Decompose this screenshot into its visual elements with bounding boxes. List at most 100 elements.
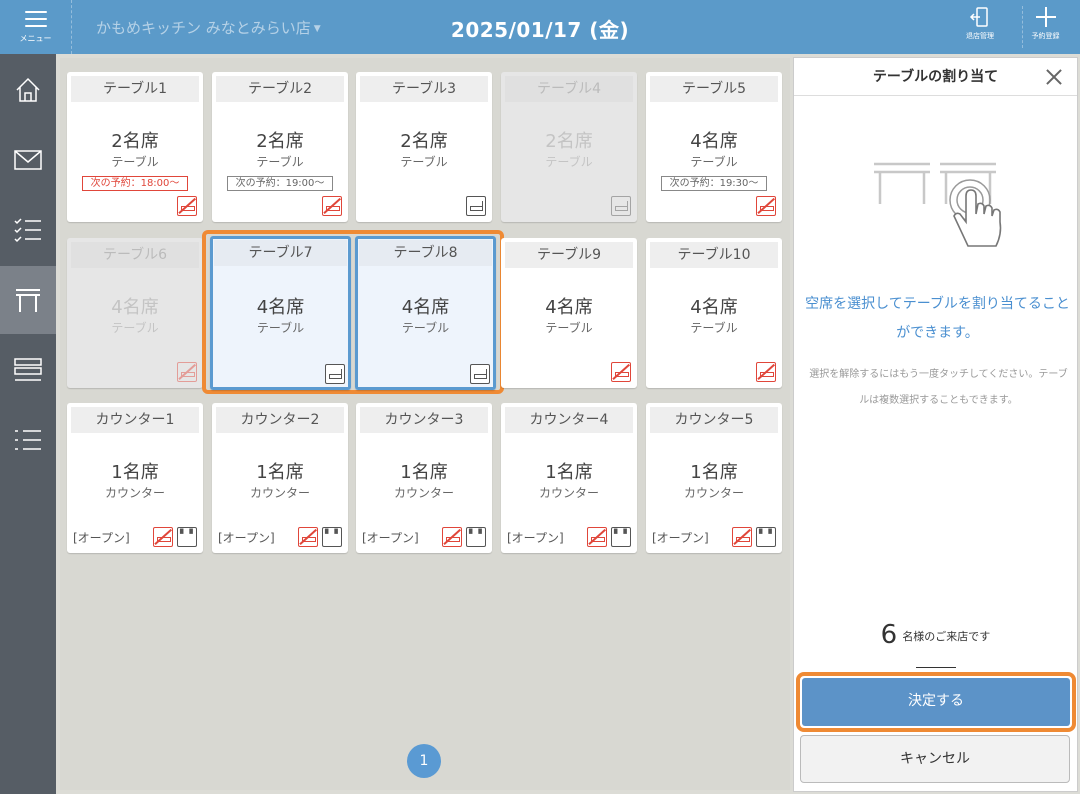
- page-indicator[interactable]: 1: [407, 744, 441, 778]
- table-title: カウンター2: [216, 407, 344, 433]
- table-title: テーブル3: [360, 76, 488, 102]
- counter-card-2[interactable]: カウンター2 1名席 カウンター [オープン]: [212, 403, 348, 553]
- sidebar-item-checklist[interactable]: [0, 196, 56, 264]
- no-smoking-icon: [177, 362, 197, 382]
- footprints-icon: [756, 527, 776, 547]
- table-seats: 4名席: [690, 131, 738, 152]
- add-reservation-label: 予約登録: [1031, 32, 1060, 40]
- plus-icon: [1035, 7, 1056, 27]
- add-reservation-button[interactable]: 予約登録: [1022, 6, 1068, 48]
- table-seats: 1名席: [256, 462, 304, 483]
- no-smoking-icon: [756, 196, 776, 216]
- table-type: カウンター: [104, 486, 165, 500]
- panel-title: テーブルの割り当て: [872, 69, 999, 85]
- table-type: テーブル: [690, 321, 738, 335]
- checklist-icon: [14, 218, 41, 243]
- table-type: テーブル: [256, 321, 305, 335]
- table-type: カウンター: [683, 486, 744, 500]
- confirm-button[interactable]: 決定する: [796, 672, 1076, 732]
- table-title: カウンター1: [71, 407, 199, 433]
- counter-card-4[interactable]: カウンター4 1名席 カウンター [オープン]: [501, 403, 637, 553]
- guest-count-display: 6 名様のご来店です: [794, 620, 1077, 650]
- list-icon: [15, 430, 41, 450]
- table-grid: テーブル1 2名席 テーブル 次の予約：18:00～ テーブル2 2名席 テーブ…: [60, 58, 790, 790]
- table-card-1[interactable]: テーブル1 2名席 テーブル 次の予約：18:00～: [67, 72, 203, 222]
- stack-icon: [14, 358, 42, 381]
- sidebar-item-messages[interactable]: [0, 126, 56, 194]
- current-date: 2025/01/17 (金): [450, 18, 630, 42]
- table-card-9[interactable]: テーブル9 4名席 テーブル: [501, 238, 637, 388]
- assignment-hint: 選択を解除するにはもう一度タッチしてください。テーブルは複数選択することもできま…: [809, 369, 1068, 406]
- table-card-6: テーブル6 4名席 テーブル: [67, 238, 203, 388]
- no-smoking-icon: [322, 196, 342, 216]
- table-card-10[interactable]: テーブル10 4名席 テーブル: [646, 238, 782, 388]
- table-title: テーブル1: [71, 76, 199, 102]
- table-type: テーブル: [400, 155, 448, 169]
- no-smoking-icon: [177, 196, 197, 216]
- table-card-7[interactable]: テーブル7 4名席 テーブル: [210, 236, 351, 390]
- next-reservation-badge: 次の予約：19:00～: [227, 176, 333, 191]
- open-status: [オープン]: [362, 531, 419, 545]
- table-type: テーブル: [256, 155, 304, 169]
- confirm-button-label: 決定する: [802, 678, 1070, 726]
- table-card-8[interactable]: テーブル8 4名席 テーブル: [355, 236, 496, 390]
- counter-card-5[interactable]: カウンター5 1名席 カウンター [オープン]: [646, 403, 782, 553]
- app-header: メニュー かもめキッチン みなとみらい店 ▼ 2025/01/17 (金) 退店管…: [0, 0, 1080, 54]
- table-title: テーブル9: [505, 242, 633, 268]
- table-type: カウンター: [538, 486, 599, 500]
- footprints-icon: [466, 527, 486, 547]
- table-icon: [16, 289, 40, 312]
- next-reservation-badge: 次の予約：18:00～: [82, 176, 188, 191]
- smoking-icon: [466, 196, 486, 216]
- table-type: テーブル: [545, 321, 593, 335]
- table-seats: 1名席: [545, 462, 593, 483]
- table-seats: 4名席: [401, 297, 450, 318]
- table-card-4: テーブル4 2名席 テーブル: [501, 72, 637, 222]
- open-status: [オープン]: [652, 531, 709, 545]
- table-type: カウンター: [393, 486, 454, 500]
- envelope-icon: [14, 150, 42, 170]
- table-title: カウンター5: [650, 407, 778, 433]
- smoking-icon: [325, 364, 345, 384]
- table-title: テーブル7: [214, 240, 347, 266]
- sidebar-item-tables[interactable]: [0, 266, 56, 334]
- table-assignment-panel: テーブルの割り当て 空席を選択してテーブルを割り当てることができます。 選択を解…: [793, 57, 1078, 792]
- tap-table-illustration-icon: [874, 162, 1002, 247]
- table-seats: 1名席: [690, 462, 738, 483]
- next-reservation-badge: 次の予約：19:30～: [661, 176, 767, 191]
- no-smoking-icon: [587, 527, 607, 547]
- sidebar: [0, 54, 56, 794]
- no-smoking-icon: [732, 527, 752, 547]
- table-seats: 1名席: [400, 462, 448, 483]
- table-card-3[interactable]: テーブル3 2名席 テーブル: [356, 72, 492, 222]
- table-title: テーブル8: [359, 240, 492, 266]
- no-smoking-icon: [442, 527, 462, 547]
- counter-card-3[interactable]: カウンター3 1名席 カウンター [オープン]: [356, 403, 492, 553]
- table-seats: 2名席: [545, 131, 593, 152]
- sidebar-item-layout[interactable]: [0, 336, 56, 404]
- sidebar-item-list[interactable]: [0, 406, 56, 474]
- table-type: テーブル: [401, 321, 450, 335]
- exit-management-button[interactable]: 退店管理: [958, 6, 1002, 48]
- smoking-icon: [611, 196, 631, 216]
- table-seats: 4名席: [545, 297, 593, 318]
- counter-card-1[interactable]: カウンター1 1名席 カウンター [オープン]: [67, 403, 203, 553]
- open-status: [オープン]: [73, 531, 130, 545]
- table-seats: 4名席: [256, 297, 305, 318]
- table-seats: 4名席: [690, 297, 738, 318]
- table-title: テーブル10: [650, 242, 778, 268]
- table-card-5[interactable]: テーブル5 4名席 テーブル 次の予約：19:30～: [646, 72, 782, 222]
- table-title: テーブル5: [650, 76, 778, 102]
- table-seats: 2名席: [256, 131, 304, 152]
- table-card-2[interactable]: テーブル2 2名席 テーブル 次の予約：19:00～: [212, 72, 348, 222]
- table-type: カウンター: [249, 486, 310, 500]
- table-type: テーブル: [111, 321, 159, 335]
- sidebar-item-home[interactable]: [0, 56, 56, 124]
- table-seats: 2名席: [111, 131, 159, 152]
- no-smoking-icon: [298, 527, 318, 547]
- open-status: [オープン]: [218, 531, 275, 545]
- close-icon[interactable]: [1045, 68, 1063, 86]
- cancel-button[interactable]: キャンセル: [800, 735, 1070, 783]
- assignment-instruction: 空席を選択してテーブルを割り当てることができます。: [805, 296, 1070, 341]
- table-seats: 4名席: [111, 297, 159, 318]
